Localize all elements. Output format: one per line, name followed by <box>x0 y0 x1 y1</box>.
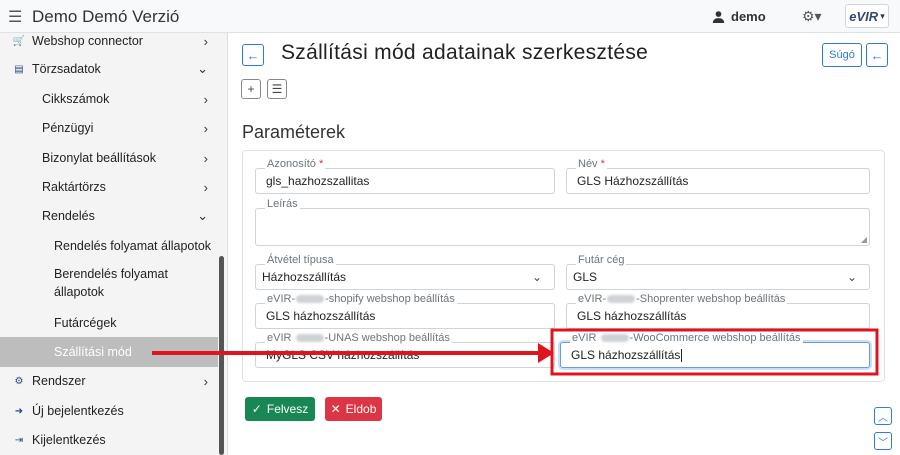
arrow-left-icon: ← <box>246 47 260 63</box>
sidebar-item-uj-bejelentkezes[interactable]: ➜ Új bejelentkezés <box>0 396 218 426</box>
hamburger-icon[interactable]: ☰ <box>8 7 22 27</box>
user-icon <box>712 11 725 23</box>
sidebar: 🛒 Webshop connector › ▤ Törzsadatok ⌄ Ci… <box>0 33 228 455</box>
shopify-field[interactable]: eVIR- -shopify webshop beállítás GLS házh… <box>255 293 555 329</box>
sign-in-icon: ➜ <box>14 405 24 417</box>
chevron-down-icon: ⌄ <box>846 270 857 284</box>
leiras-label: Leírás <box>265 198 300 210</box>
arrow-left-icon: ← <box>870 47 884 63</box>
sign-out-icon: ⇥ <box>14 434 24 446</box>
sidebar-item-cikkszamok[interactable]: Cikkszámok › <box>0 84 218 114</box>
discard-button[interactable]: ✕ Eldob <box>325 397 382 421</box>
futar-value: GLS <box>573 270 598 284</box>
atvetel-tipusa-select[interactable]: Átvétel típusa Házhozszállítás ⌄ <box>255 254 555 290</box>
text-cursor <box>681 349 683 363</box>
chevron-down-icon: ⌄ <box>531 270 542 284</box>
redacted-text <box>607 295 636 304</box>
list-button[interactable]: ☰ <box>267 79 287 99</box>
shoprenter-label-prefix: eVIR- <box>578 293 607 305</box>
discard-label: Eldob <box>345 402 377 416</box>
sidebar-item-bizonylat[interactable]: Bizonylat beállítások › <box>0 143 218 173</box>
save-button[interactable]: ✓ Felvesz <box>245 397 315 421</box>
sidebar-item-rendszer[interactable]: ⚙ Rendszer › <box>0 366 218 396</box>
sidebar-scrollbar[interactable] <box>219 256 224 455</box>
chevron-down-icon: ﹀ <box>878 437 888 449</box>
woocommerce-value: GLS házhozszállítás <box>571 348 681 362</box>
sidebar-item-futarcegek[interactable]: Futárcégek <box>0 308 218 338</box>
sidebar-item-rendeles-folyamat[interactable]: Rendelés folyamat állapotok <box>0 231 218 261</box>
required-marker: * <box>318 158 324 170</box>
redacted-text <box>296 295 325 304</box>
futar-label: Futár cég <box>576 254 627 266</box>
redacted-text <box>295 334 324 343</box>
leiras-textarea[interactable]: Leírás ◢ <box>255 198 870 246</box>
sidebar-item-raktartorzs[interactable]: Raktártörzs › <box>0 172 218 202</box>
shopify-label-prefix: eVIR- <box>267 293 296 305</box>
shoprenter-label-suffix: -Shoprenter webshop beállítás <box>636 293 786 305</box>
atvetel-label: Átvétel típusa <box>265 254 336 266</box>
unas-label-suffix: -UNAS webshop beállítás <box>324 332 450 344</box>
unas-label-prefix: eVIR <box>267 332 292 344</box>
shoprenter-value: GLS házhozszállítás <box>577 309 687 323</box>
sidebar-item-rendeles[interactable]: Rendelés ⌄ <box>0 201 218 231</box>
futar-ceg-select[interactable]: Futár cég GLS ⌄ <box>566 254 870 290</box>
sidebar-item-berendeles-folyamat[interactable]: Berendelés folyamat állapotok <box>0 265 218 301</box>
logo-menu[interactable]: eVIR ▾ <box>845 4 889 28</box>
username: demo <box>731 9 766 24</box>
nev-field[interactable]: Név * GLS Házhozszállítás <box>566 158 870 194</box>
save-label: Felvesz <box>266 402 309 416</box>
woocommerce-label-prefix: eVIR <box>572 332 597 344</box>
azonosito-field[interactable]: Azonosító * gls_hazhozszallitas <box>255 158 555 194</box>
shopify-value: GLS házhozszállítás <box>266 309 376 323</box>
chevron-right-icon: › <box>203 120 208 136</box>
resize-handle-icon[interactable]: ◢ <box>861 235 867 244</box>
sidebar-item-kijelentkezes[interactable]: ⇥ Kijelentkezés <box>0 425 218 455</box>
chevron-right-icon: › <box>203 179 208 195</box>
list-icon: ☰ <box>271 82 283 96</box>
azonosito-value: gls_hazhozszallitas <box>266 174 370 188</box>
chevron-down-icon: ▾ <box>880 10 885 21</box>
back-button-right[interactable]: ← <box>866 43 888 67</box>
nev-value: GLS Házhozszállítás <box>577 174 689 188</box>
database-icon: ▤ <box>14 63 24 75</box>
sidebar-item-penzugyi[interactable]: Pénzügyi › <box>0 113 218 143</box>
chevron-down-icon: ⌄ <box>197 208 208 223</box>
chevron-right-icon: › <box>203 150 208 166</box>
chevron-right-icon: › <box>203 91 208 107</box>
logo-text: eVIR <box>849 8 879 24</box>
chevron-down-icon: ⌄ <box>197 61 208 76</box>
plus-icon: + <box>247 82 255 96</box>
cart-icon: 🛒 <box>12 35 26 47</box>
chevron-right-icon: › <box>203 33 208 49</box>
chevron-up-icon: ︿ <box>878 412 888 424</box>
check-icon: ✓ <box>251 402 262 416</box>
sidebar-item-torzsadatok[interactable]: ▤ Törzsadatok ⌄ <box>0 54 218 84</box>
atvetel-value: Házhozszállítás <box>262 270 347 284</box>
section-title: Paraméterek <box>242 122 346 142</box>
azonosito-label: Azonosító <box>267 158 316 170</box>
shopify-label-suffix: -shopify webshop beállítás <box>325 293 455 305</box>
gears-icon: ⚙ <box>14 375 24 387</box>
page-title: Szállítási mód adatainak szerkesztése <box>281 41 649 64</box>
sidebar-item-szallitasi-mod[interactable]: Szállítási mód <box>0 337 218 367</box>
help-button[interactable]: Súgó <box>822 43 862 67</box>
unas-value: MyGLS CSV házhozszállítás <box>266 348 420 362</box>
app-title: Demo Demó Verzió <box>32 7 180 26</box>
chevron-right-icon: › <box>203 373 208 389</box>
user-menu[interactable]: demo <box>712 9 766 24</box>
sidebar-item-webshop-connector[interactable]: 🛒 Webshop connector › <box>0 26 218 56</box>
nev-label: Név <box>578 158 598 170</box>
add-button[interactable]: + <box>241 79 261 99</box>
scroll-down-button[interactable]: ﹀ <box>874 432 892 450</box>
woocommerce-label-suffix: -WooCommerce webshop beállítás <box>629 332 801 344</box>
back-button[interactable]: ← <box>242 44 264 66</box>
scroll-up-button[interactable]: ︿ <box>874 407 892 425</box>
unas-field[interactable]: eVIR -UNAS webshop beállítás MyGLS CSV h… <box>255 332 555 368</box>
woocommerce-field[interactable]: eVIR -WooCommerce webshop beállítás GLS … <box>560 332 870 368</box>
close-icon: ✕ <box>330 402 341 416</box>
redacted-text <box>600 334 629 343</box>
shoprenter-field[interactable]: eVIR- -Shoprenter webshop beállítás GLS h… <box>566 293 870 329</box>
gear-icon[interactable]: ⚙▾ <box>802 8 822 25</box>
required-marker: * <box>600 158 605 170</box>
